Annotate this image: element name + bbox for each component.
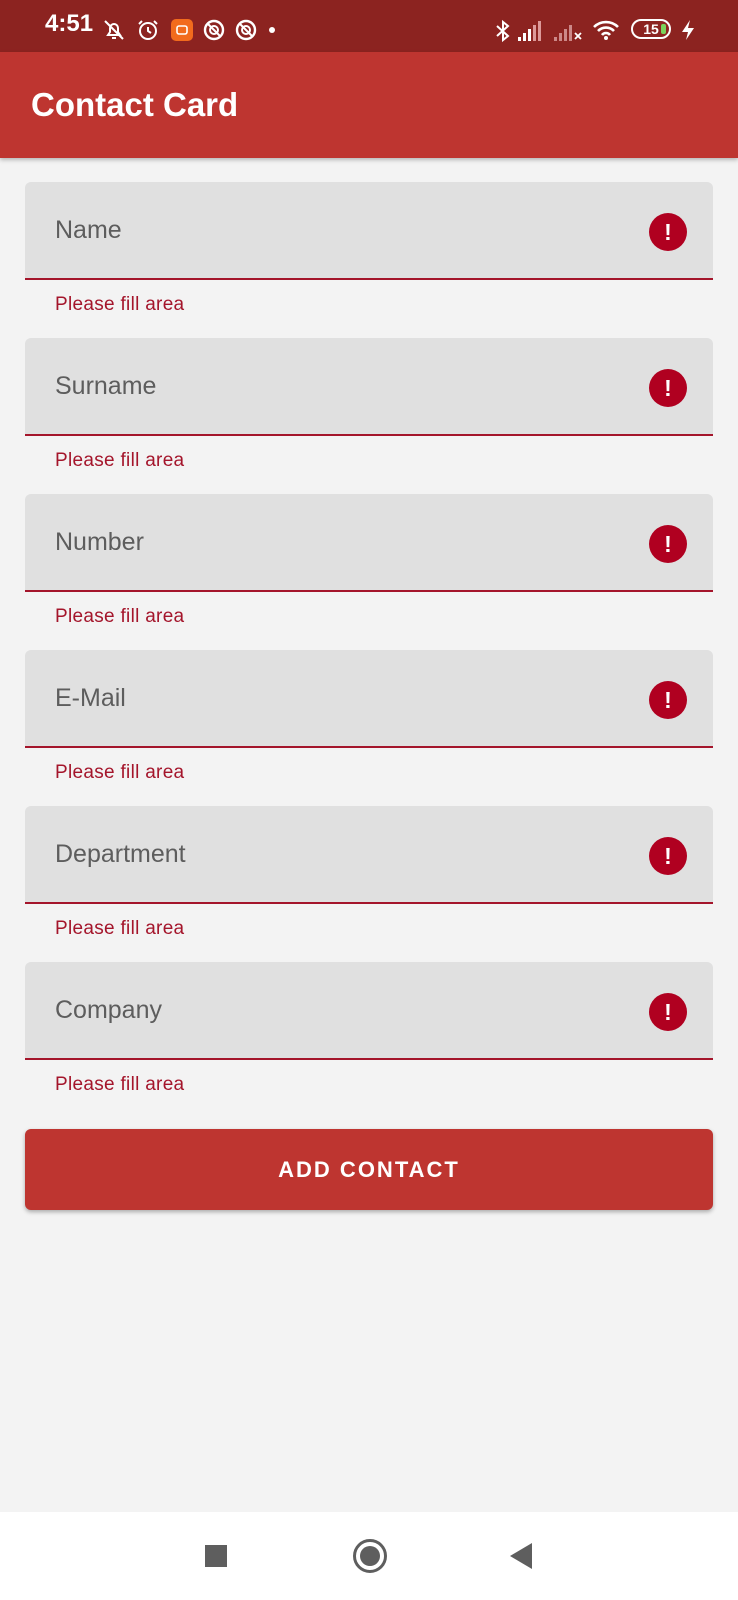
- home-icon[interactable]: [353, 1539, 387, 1573]
- signal-x-icon: [554, 25, 582, 41]
- company-error-text: Please fill area: [55, 1074, 185, 1095]
- battery-icon: 15: [631, 19, 671, 39]
- number-field[interactable]: Number !: [25, 494, 713, 592]
- department-field-label: Department: [55, 840, 186, 868]
- department-error-text: Please fill area: [55, 918, 185, 939]
- signal-icon: [518, 21, 541, 41]
- status-right-icons: 15: [494, 19, 704, 47]
- page-title: Contact Card: [31, 86, 239, 123]
- alarm-icon: [138, 20, 158, 40]
- name-error-text: Please fill area: [55, 294, 185, 315]
- name-field-label: Name: [55, 216, 122, 244]
- bluetooth-icon: [496, 19, 510, 43]
- back-icon[interactable]: [510, 1543, 532, 1569]
- bell-off-icon: [104, 20, 124, 40]
- app-bar: Contact Card: [0, 52, 738, 158]
- charging-icon: [682, 20, 694, 40]
- mi-app-icon: [171, 19, 193, 41]
- surname-error-text: Please fill area: [55, 450, 185, 471]
- error-icon: !: [649, 213, 687, 251]
- email-error-text: Please fill area: [55, 762, 185, 783]
- error-icon: !: [649, 681, 687, 719]
- dot-icon: [269, 27, 275, 33]
- surname-field-label: Surname: [55, 372, 157, 400]
- navigation-bar: [0, 1512, 738, 1600]
- error-icon: !: [649, 525, 687, 563]
- email-field[interactable]: E-Mail !: [25, 650, 713, 748]
- error-icon: !: [649, 837, 687, 875]
- surname-field[interactable]: Surname !: [25, 338, 713, 436]
- vpn-icon: [235, 19, 257, 41]
- vpn-icon: [203, 19, 225, 41]
- department-field[interactable]: Department !: [25, 806, 713, 904]
- status-bar: 4:51 15: [0, 0, 738, 52]
- company-field[interactable]: Company !: [25, 962, 713, 1060]
- email-field-label: E-Mail: [55, 684, 126, 712]
- company-field-label: Company: [55, 996, 162, 1024]
- recents-icon[interactable]: [205, 1545, 227, 1567]
- add-contact-button[interactable]: ADD CONTACT: [25, 1129, 713, 1210]
- wifi-icon: [593, 20, 619, 40]
- name-field[interactable]: Name !: [25, 182, 713, 280]
- number-error-text: Please fill area: [55, 606, 185, 627]
- battery-level: 15: [643, 21, 659, 37]
- error-icon: !: [649, 369, 687, 407]
- error-icon: !: [649, 993, 687, 1031]
- number-field-label: Number: [55, 528, 144, 556]
- status-time: 4:51: [45, 10, 94, 37]
